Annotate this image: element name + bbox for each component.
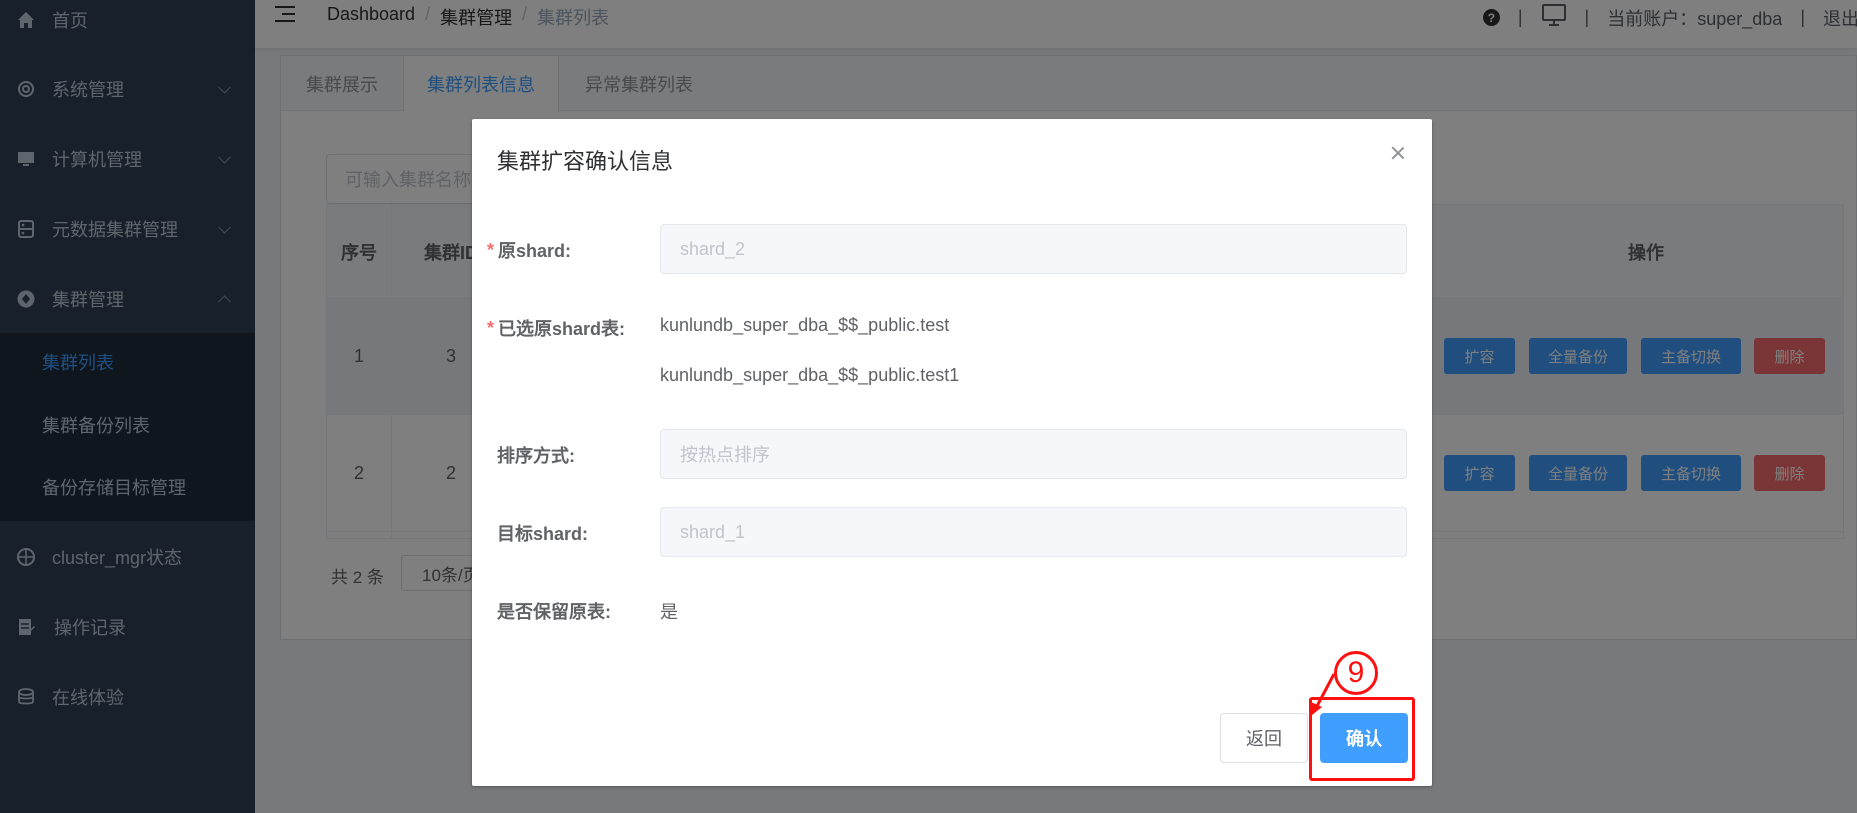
keep-original-label: 是否保留原表:	[497, 602, 611, 622]
target-shard-label: 目标shard:	[497, 524, 589, 544]
keep-original-value: 是	[660, 602, 678, 622]
back-button[interactable]: 返回	[1220, 713, 1308, 763]
selected-table-item: kunlundb_super_dba_$$_public.test1	[660, 365, 960, 385]
sort-method-field: 按热点排序	[660, 429, 1407, 479]
annotation-highlight-box	[1309, 697, 1415, 781]
close-icon[interactable]	[1390, 145, 1406, 161]
expand-confirm-dialog: 集群扩容确认信息 * 原shard: shard_2 * 已选原shard表: ku…	[472, 119, 1432, 786]
source-shard-field: shard_2	[660, 224, 1407, 274]
sort-label: 排序方式:	[497, 446, 575, 466]
source-shard-label: * 原shard:	[487, 239, 572, 262]
dialog-title: 集群扩容确认信息	[497, 149, 674, 174]
target-shard-field: shard_1	[660, 507, 1407, 557]
selected-table-item: kunlundb_super_dba_$$_public.test	[660, 315, 950, 335]
tables-label: * 已选原shard表:	[487, 317, 626, 340]
step-number-badge: 9	[1334, 651, 1378, 695]
